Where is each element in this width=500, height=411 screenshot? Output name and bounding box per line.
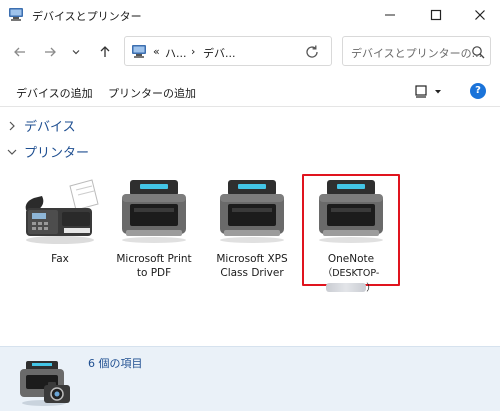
- group-header-printers[interactable]: プリンター: [6, 142, 89, 161]
- window-title: デバイスとプリンター: [32, 10, 142, 23]
- group-header-devices[interactable]: デバイス: [6, 116, 76, 135]
- chevron-right-icon: [9, 121, 15, 130]
- close-icon: [475, 10, 485, 20]
- add-printer-button[interactable]: プリンターの追加: [108, 85, 196, 101]
- devices-printers-icon: [132, 45, 146, 58]
- group-label-printers: プリンター: [24, 146, 90, 161]
- printer-label-line2: Class Driver: [220, 267, 284, 279]
- help-button[interactable]: ?: [470, 83, 486, 99]
- printer-label: Microsoft XPS Class Driver: [206, 252, 298, 280]
- printer-icon: [220, 180, 284, 243]
- chevron-down-icon: [7, 149, 17, 155]
- fax-icon: [25, 179, 99, 244]
- close-button[interactable]: [458, 0, 500, 30]
- printer-camera-icon: [20, 361, 70, 406]
- group-label-devices: デバイス: [24, 120, 76, 135]
- printer-icon: [319, 180, 383, 243]
- up-button[interactable]: [93, 40, 117, 64]
- breadcrumb-separator: ›: [191, 45, 196, 58]
- printer-label-line1: Microsoft XPS: [216, 253, 288, 265]
- help-icon: ?: [475, 85, 481, 96]
- breadcrumb-overflow[interactable]: «: [153, 45, 160, 58]
- item-count: 6 個の項目: [88, 357, 143, 370]
- minimize-button[interactable]: [368, 0, 412, 30]
- back-button[interactable]: [8, 40, 32, 64]
- arrow-up-icon: [100, 46, 110, 57]
- status-bar: 6 個の項目: [0, 346, 500, 411]
- recent-locations-button[interactable]: [64, 40, 88, 64]
- printer-icon: [122, 180, 186, 243]
- search-input[interactable]: デバイスとプリンターの...: [342, 36, 491, 66]
- maximize-icon: [430, 9, 442, 21]
- arrow-right-icon: [45, 47, 56, 57]
- printer-label: Microsoft Print to PDF: [108, 252, 200, 280]
- search-icon: [472, 46, 485, 59]
- printer-label: Fax: [51, 253, 69, 265]
- view-options-icon: [415, 85, 441, 98]
- title-bar: デバイスとプリンター: [0, 0, 500, 30]
- minimize-icon: [385, 14, 395, 16]
- printer-label-line1: Microsoft Print: [116, 253, 192, 265]
- printer-host-prefix: （DESKTOP-: [322, 268, 380, 279]
- printer-label-line1: OneNote: [327, 253, 375, 265]
- maximize-button[interactable]: [414, 0, 458, 30]
- search-placeholder: デバイスとプリンターの...: [351, 47, 483, 60]
- view-options-button[interactable]: [414, 84, 444, 100]
- address-bar[interactable]: « ハ... › デバ...: [124, 36, 332, 66]
- printer-label-line2: （DESKTOP- ）: [323, 268, 380, 294]
- breadcrumb-item-2[interactable]: デバ...: [203, 45, 236, 61]
- refresh-icon[interactable]: [303, 43, 321, 61]
- redacted-hostname: [326, 283, 367, 292]
- printer-host-suffix: ）: [366, 283, 376, 294]
- arrow-left-icon: [14, 47, 25, 57]
- devices-printers-icon: [9, 8, 23, 21]
- breadcrumb-item-1[interactable]: ハ...: [165, 45, 187, 61]
- chevron-down-icon: [72, 50, 80, 55]
- command-bar-divider: [0, 106, 500, 107]
- forward-button[interactable]: [38, 40, 62, 64]
- add-device-button[interactable]: デバイスの追加: [16, 85, 93, 101]
- printer-label: OneNote （DESKTOP- ）: [305, 252, 397, 296]
- printer-label-line2: to PDF: [136, 267, 172, 279]
